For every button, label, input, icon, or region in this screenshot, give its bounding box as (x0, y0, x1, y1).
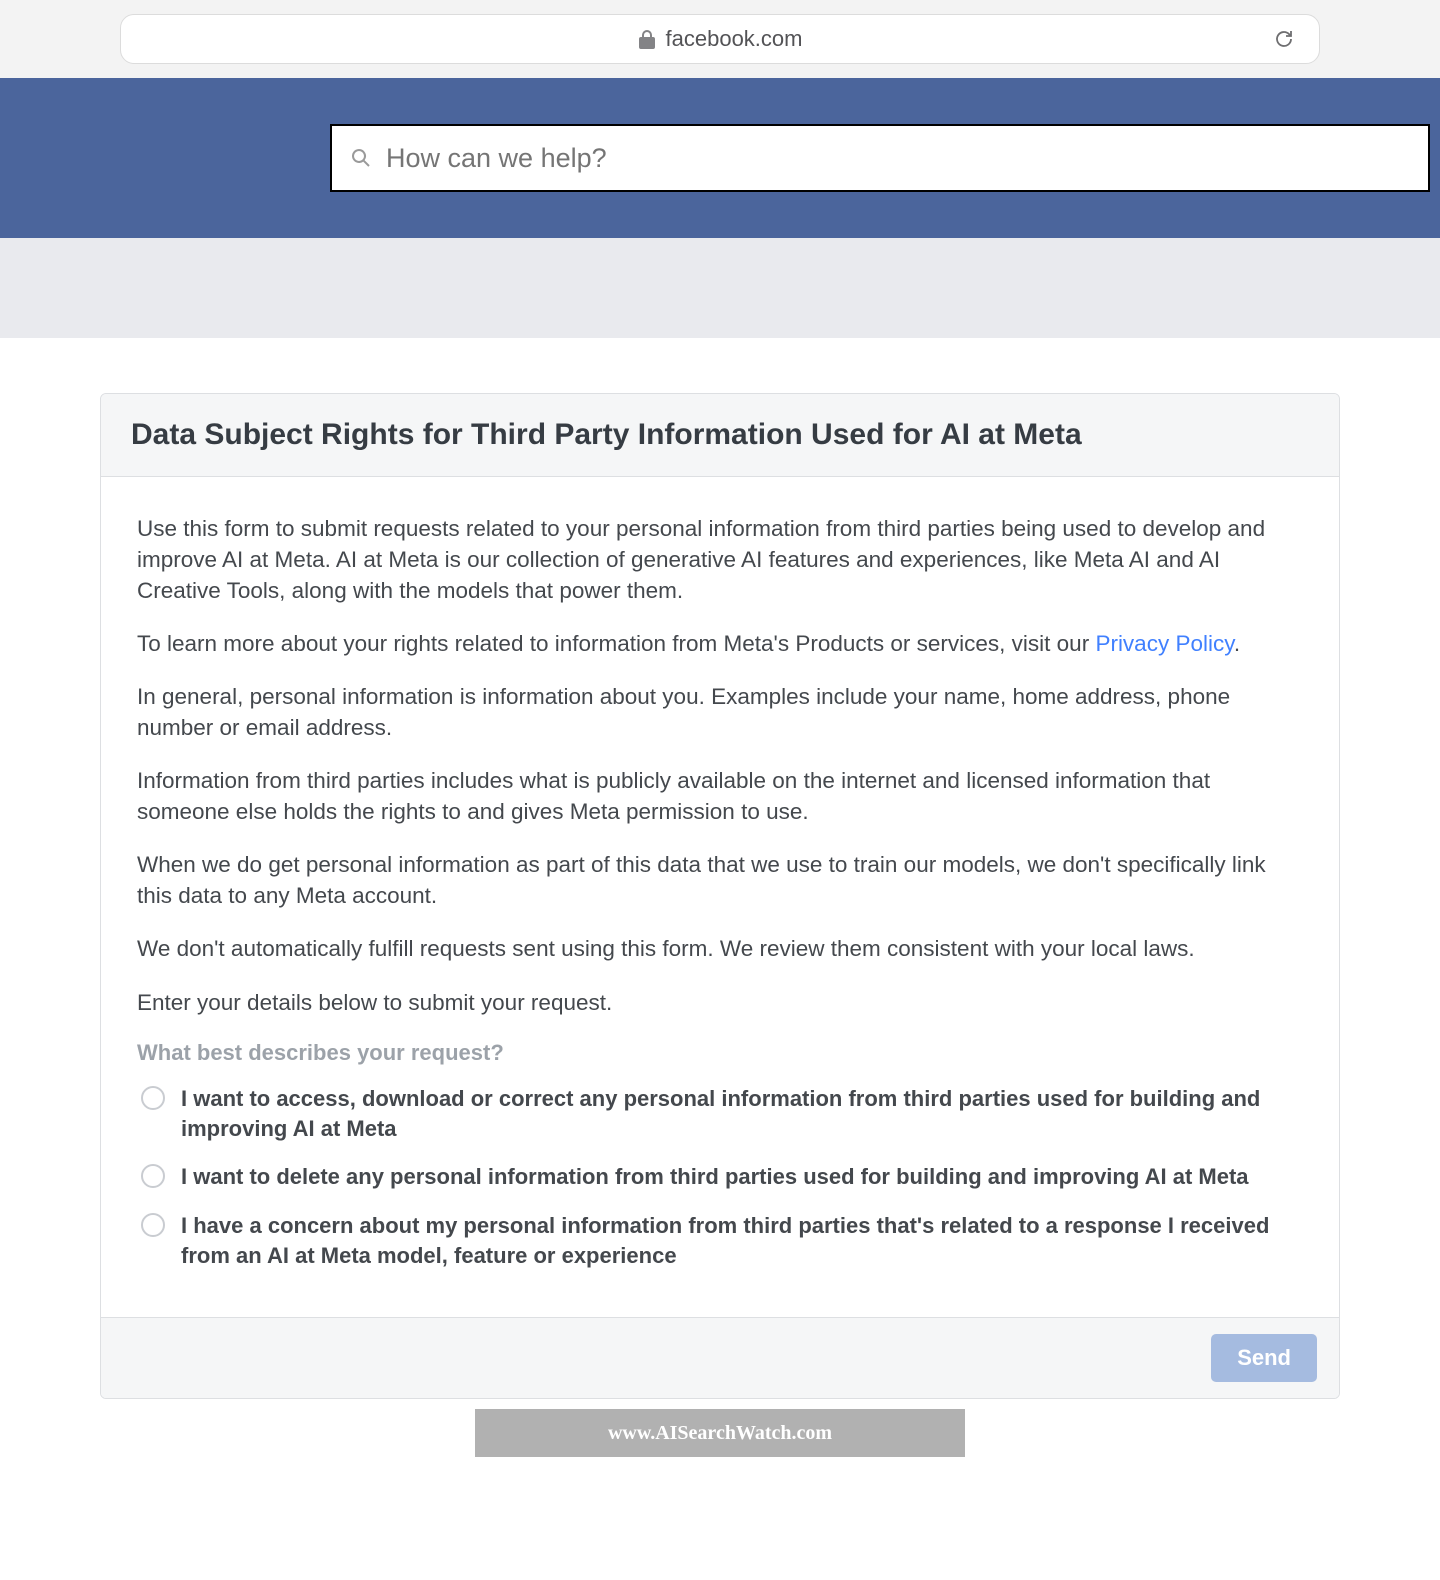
radio-label: I want to access, download or correct an… (181, 1084, 1303, 1145)
intro-p3: In general, personal information is info… (137, 681, 1303, 743)
intro-p7: Enter your details below to submit your … (137, 987, 1303, 1018)
question-label: What best describes your request? (137, 1040, 1303, 1066)
address-url: facebook.com (666, 26, 803, 52)
intro-p2: To learn more about your rights related … (137, 628, 1303, 659)
intro-p4: Information from third parties includes … (137, 765, 1303, 827)
facebook-header (0, 78, 1440, 238)
reload-icon[interactable] (1273, 28, 1295, 50)
browser-chrome: facebook.com (0, 0, 1440, 78)
radio-circle-icon (141, 1213, 165, 1237)
address-bar[interactable]: facebook.com (120, 14, 1320, 64)
radio-option-delete[interactable]: I want to delete any personal informatio… (141, 1162, 1303, 1192)
radio-option-concern[interactable]: I have a concern about my personal infor… (141, 1211, 1303, 1272)
card-title: Data Subject Rights for Third Party Info… (131, 418, 1309, 452)
radio-label: I want to delete any personal informatio… (181, 1162, 1249, 1192)
form-card: Data Subject Rights for Third Party Info… (100, 393, 1340, 1399)
help-search-box[interactable] (330, 124, 1430, 192)
radio-label: I have a concern about my personal infor… (181, 1211, 1303, 1272)
card-body: Use this form to submit requests related… (101, 477, 1339, 1317)
help-search-input[interactable] (386, 143, 1410, 174)
radio-group: I want to access, download or correct an… (137, 1084, 1303, 1272)
intro-p6: We don't automatically fulfill requests … (137, 933, 1303, 964)
radio-circle-icon (141, 1086, 165, 1110)
search-icon (350, 147, 372, 169)
send-button[interactable]: Send (1211, 1334, 1317, 1382)
card-footer: Send (101, 1317, 1339, 1398)
gray-band (0, 238, 1440, 338)
intro-p1: Use this form to submit requests related… (137, 513, 1303, 606)
card-header: Data Subject Rights for Third Party Info… (101, 394, 1339, 477)
content-wrap: Data Subject Rights for Third Party Info… (0, 338, 1440, 1399)
watermark: www.AISearchWatch.com (475, 1409, 965, 1457)
privacy-policy-link[interactable]: Privacy Policy (1095, 631, 1233, 656)
intro-p5: When we do get personal information as p… (137, 849, 1303, 911)
lock-icon (638, 29, 656, 49)
radio-circle-icon (141, 1164, 165, 1188)
radio-option-access[interactable]: I want to access, download or correct an… (141, 1084, 1303, 1145)
